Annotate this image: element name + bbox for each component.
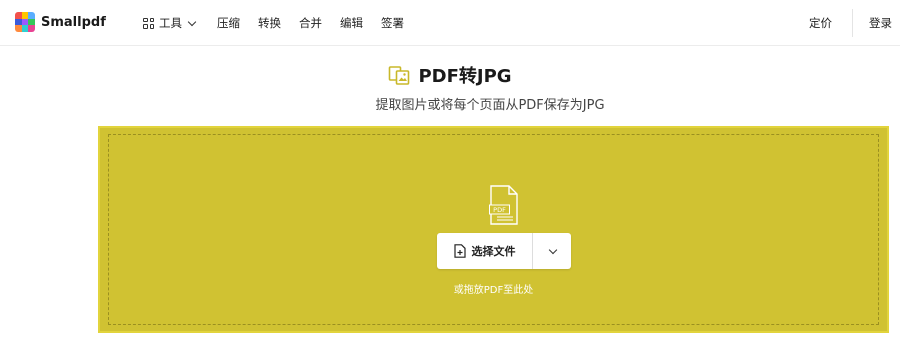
choose-file-button-group: 选择文件: [437, 233, 571, 269]
page-subtitle: 提取图片或将每个页面从PDF保存为JPG: [375, 98, 605, 113]
pdf-file-badge: PDF: [493, 206, 506, 214]
logo[interactable]: Smallpdf: [15, 12, 106, 32]
login-link[interactable]: 登录: [869, 15, 892, 31]
pricing-link[interactable]: 定价: [809, 15, 832, 31]
nav-item-sign[interactable]: 签署: [381, 15, 404, 31]
nav-item-merge[interactable]: 合并: [299, 15, 322, 31]
logo-text: Smallpdf: [41, 14, 106, 30]
page-title: PDF转JPG: [418, 66, 512, 87]
smallpdf-logo-icon: [15, 12, 35, 32]
chevron-down-icon: [187, 17, 197, 26]
file-add-icon: [453, 244, 466, 258]
pdf-to-jpg-icon: [389, 66, 410, 85]
nav-item-convert[interactable]: 转换: [258, 15, 281, 31]
tools-menu[interactable]: 工具: [143, 15, 197, 31]
grid-icon: [143, 17, 154, 29]
choose-file-label: 选择文件: [471, 245, 516, 258]
tools-label: 工具: [159, 16, 182, 30]
nav-item-compress[interactable]: 压缩: [217, 15, 240, 31]
dropzone-dashed-border: PDF 选择文件 或拖放PDF至此处: [108, 134, 879, 325]
chevron-down-icon: [548, 245, 558, 254]
hero: PDF转JPG 提取图片或将每个页面从PDF保存为JPG: [0, 62, 900, 113]
file-dropzone[interactable]: PDF 选择文件 或拖放PDF至此处: [98, 126, 889, 333]
upload-options-dropdown[interactable]: [533, 233, 571, 269]
pdf-file-icon: PDF: [489, 185, 518, 225]
main-nav: 工具 压缩 转换 合并 编辑 签署: [143, 15, 422, 31]
top-navbar: Smallpdf 工具 压缩 转换 合并 编辑 签署 定价 登录: [0, 0, 900, 46]
choose-file-button[interactable]: 选择文件: [437, 233, 533, 269]
nav-item-edit[interactable]: 编辑: [340, 15, 363, 31]
nav-divider: [852, 9, 853, 37]
drop-hint-text: 或拖放PDF至此处: [453, 285, 534, 296]
account-nav: 定价 登录: [809, 0, 900, 46]
title-row: PDF转JPG: [0, 62, 900, 88]
